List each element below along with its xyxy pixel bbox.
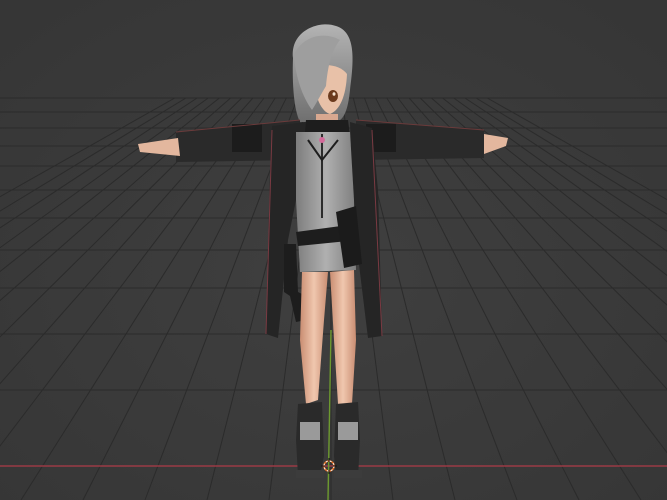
eye-highlight bbox=[332, 92, 336, 96]
left-boot-panel bbox=[300, 422, 320, 440]
pendant bbox=[319, 137, 325, 143]
3d-viewport[interactable] bbox=[0, 0, 667, 500]
left-sleeve-strap bbox=[232, 124, 262, 152]
eye bbox=[328, 90, 338, 102]
viewport-canvas[interactable] bbox=[0, 0, 667, 500]
right-boot-panel bbox=[338, 422, 358, 440]
